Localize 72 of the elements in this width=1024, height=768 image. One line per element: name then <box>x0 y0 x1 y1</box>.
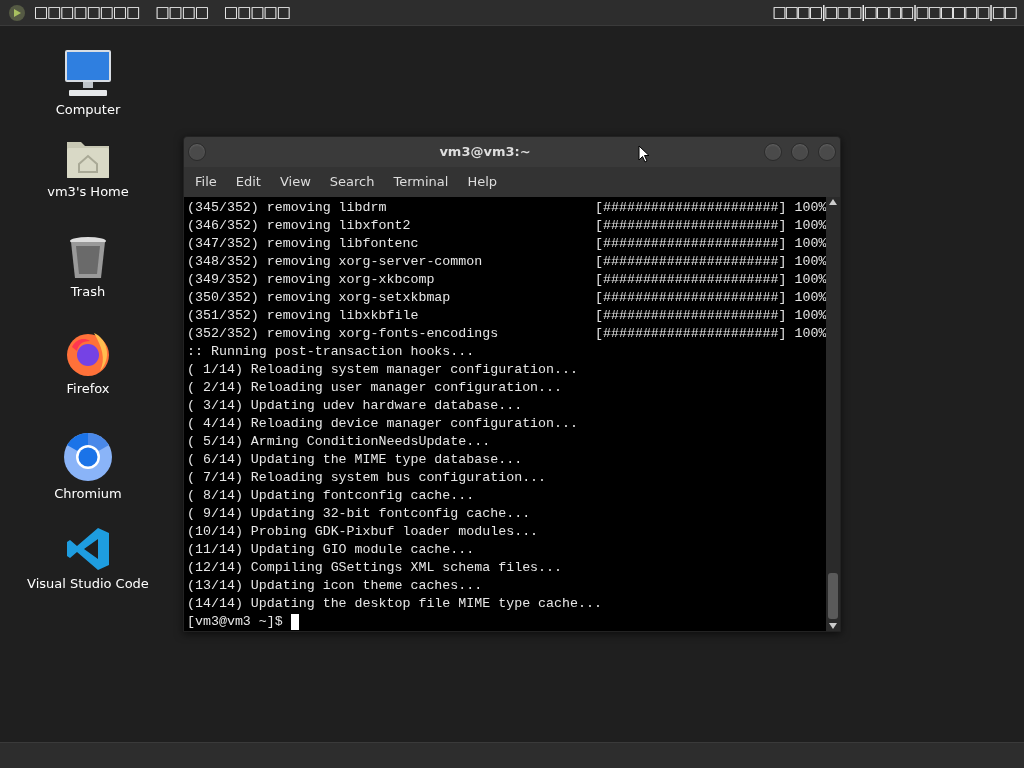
terminal-line: (13/14) Updating icon theme caches... <box>187 577 483 595</box>
menu-item[interactable]: View <box>271 172 319 192</box>
terminal-line: ( 6/14) Updating the MIME type database... <box>187 451 523 469</box>
terminal-line: (10/14) Probing GDK-Pixbuf loader modules... <box>187 523 539 541</box>
window-title: vm3@vm3:~ <box>439 143 531 162</box>
terminal-line: ( 4/14) Reloading device manager configuration... <box>187 415 578 433</box>
progress-bar-text: [######################] <box>595 235 787 253</box>
maximize-button[interactable] <box>791 143 809 161</box>
desktop-icon-label[interactable]: Chromium <box>54 484 122 504</box>
desktop-icon-label[interactable]: vm3's Home <box>47 182 129 202</box>
progress-bar-text: [######################] <box>595 325 787 343</box>
shell-prompt: [vm3@vm3 ~]$ <box>187 613 283 631</box>
percent-text: 100% <box>794 199 827 217</box>
progress-bar-text: [######################] <box>595 271 787 289</box>
percent-text: 100% <box>794 325 827 343</box>
window-menu-button[interactable] <box>188 143 206 161</box>
terminal-line: (349/352) removing xorg-xkbcomp <box>187 271 436 289</box>
percent-text: 100% <box>794 307 827 325</box>
menu-item[interactable]: Terminal <box>385 172 457 192</box>
panel-menu-item[interactable]: □□□□□□□□ <box>34 1 140 24</box>
terminal-line: ( 2/14) Reloading user manager configuration... <box>187 379 563 397</box>
menu-item[interactable]: File <box>187 172 225 192</box>
minimize-button[interactable] <box>764 143 782 161</box>
percent-text: 100% <box>794 217 827 235</box>
desktop-icon-label[interactable]: Firefox <box>66 379 110 399</box>
terminal-line: :: Running post-transaction hooks... <box>187 343 475 361</box>
terminal-line: ( 1/14) Reloading system manager configuration... <box>187 361 578 379</box>
code-editor-icon <box>65 526 111 572</box>
app-menu-icon[interactable] <box>8 3 26 22</box>
terminal-line: (11/14) Updating GIO module cache... <box>187 541 475 559</box>
desktop-icon-label[interactable]: Visual Studio Code <box>27 574 149 594</box>
terminal-line: (345/352) removing libdrm <box>187 199 388 217</box>
terminal-line: (346/352) removing libxfont2 <box>187 217 412 235</box>
terminal-line: (348/352) removing xorg-server-common <box>187 253 484 271</box>
chromium-icon <box>63 432 113 482</box>
terminal-line: ( 3/14) Updating udev hardware database... <box>187 397 523 415</box>
desktop-icon-label[interactable]: Trash <box>70 282 106 302</box>
panel-status-text: □□□□|□□□|□□□□|□□□□□□|□□ <box>772 2 1016 24</box>
terminal-line: (352/352) removing xorg-fonts-encodings <box>187 325 500 343</box>
percent-text: 100% <box>794 235 827 253</box>
trash-icon <box>68 236 108 280</box>
progress-bar-text: [######################] <box>595 253 787 271</box>
terminal-line: ( 7/14) Reloading system bus configuration... <box>187 469 547 487</box>
percent-text: 100% <box>794 253 827 271</box>
progress-bar-text: [######################] <box>595 289 787 307</box>
scrollbar-thumb[interactable] <box>828 573 839 619</box>
desktop-icon-label[interactable]: Computer <box>55 100 121 120</box>
terminal-line: (351/352) removing libxkbfile <box>187 307 420 325</box>
progress-bar-text: [######################] <box>595 307 787 325</box>
percent-text: 100% <box>794 271 827 289</box>
menu-item[interactable]: Search <box>321 172 383 192</box>
terminal-line: ( 9/14) Updating 32-bit fontconfig cache... <box>187 505 531 523</box>
scrollbar[interactable] <box>826 197 840 631</box>
scroll-down-icon[interactable] <box>829 623 838 629</box>
panel-menu-item[interactable]: □□□□□ <box>224 1 290 24</box>
terminal-line: (12/14) Compiling GSettings XML schema files... <box>187 559 563 577</box>
text-cursor <box>290 614 299 630</box>
progress-bar-text: [######################] <box>595 217 787 235</box>
terminal-line: (347/352) removing libfontenc <box>187 235 420 253</box>
terminal-line: ( 8/14) Updating fontconfig cache... <box>187 487 475 505</box>
panel-menu-item[interactable]: □□□□ <box>155 1 209 24</box>
terminal-line: (14/14) Updating the desktop file MIME type cache... <box>187 595 602 613</box>
computer-icon <box>63 48 113 98</box>
menu-item[interactable]: Help <box>459 172 506 192</box>
percent-text: 100% <box>794 289 827 307</box>
scroll-up-icon[interactable] <box>829 199 838 205</box>
close-button[interactable] <box>818 143 836 161</box>
menu-item[interactable]: Edit <box>227 172 269 192</box>
mouse-pointer-icon <box>638 145 650 163</box>
progress-bar-text: [######################] <box>595 199 787 217</box>
terminal-line: ( 5/14) Arming ConditionNeedsUpdate... <box>187 433 491 451</box>
terminal-line: (350/352) removing xorg-setxkbmap <box>187 289 452 307</box>
